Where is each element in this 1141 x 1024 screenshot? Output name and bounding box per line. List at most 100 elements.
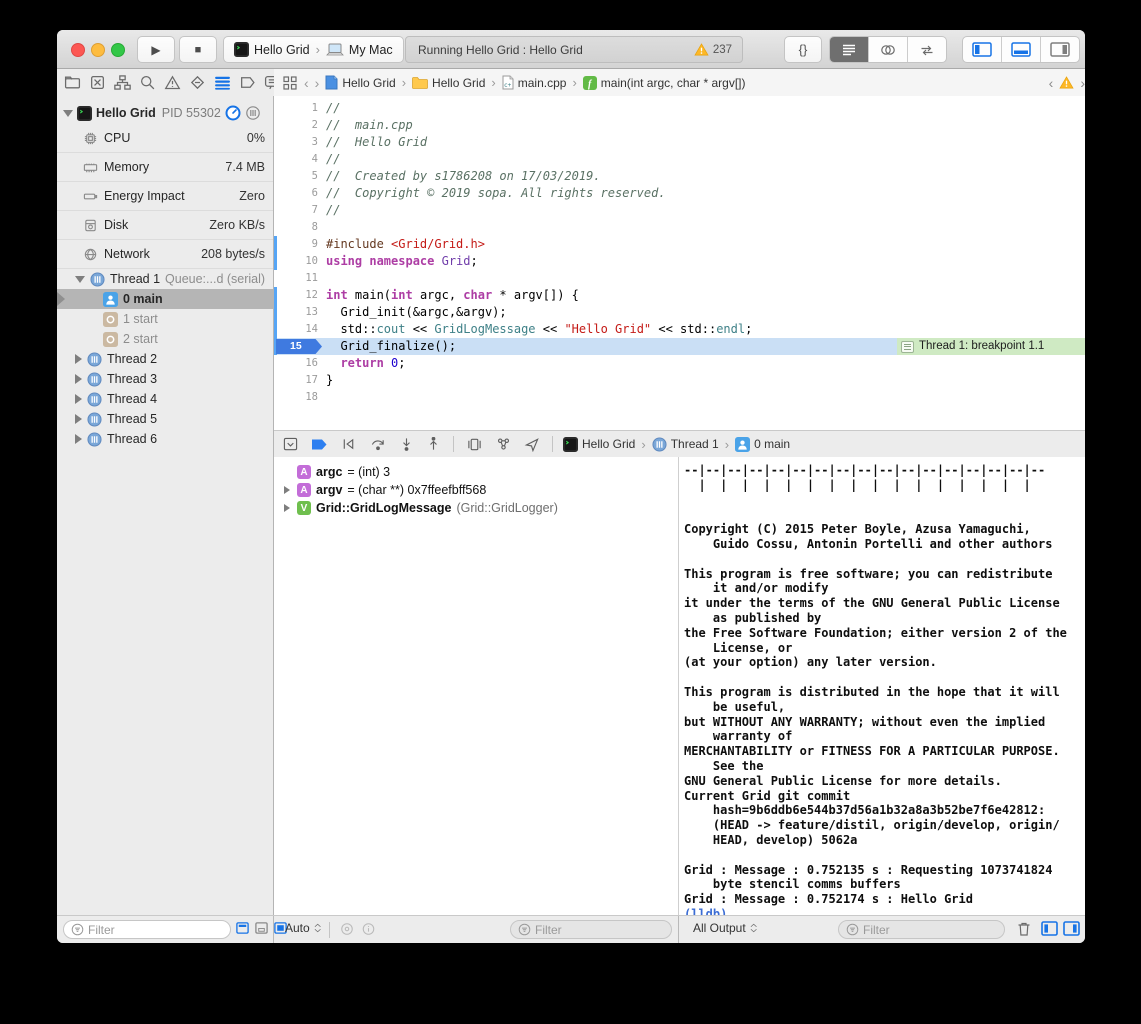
line-number[interactable]: 12 bbox=[274, 287, 326, 304]
code-review-button[interactable]: {} bbox=[784, 36, 822, 63]
gauge-row-memory[interactable]: Memory7.4 MB bbox=[57, 153, 273, 182]
continue-icon[interactable] bbox=[340, 437, 357, 452]
minimize-window-button[interactable] bbox=[91, 43, 105, 57]
console-output-popup[interactable]: All Output bbox=[693, 921, 759, 935]
source-control-navigator-icon[interactable] bbox=[89, 74, 106, 91]
code-line[interactable]: 7// bbox=[274, 202, 1085, 219]
thread-row[interactable]: Thread 4 bbox=[57, 389, 273, 409]
project-navigator-icon[interactable] bbox=[64, 74, 81, 91]
code-line[interactable]: 14 std::cout << GridLogMessage << "Hello… bbox=[274, 321, 1085, 338]
debug-navigator-icon[interactable] bbox=[214, 74, 231, 91]
breakpoints-enabled-icon[interactable] bbox=[311, 438, 328, 451]
thread-row[interactable]: Thread 1Queue:...d (serial) bbox=[57, 269, 273, 289]
run-button[interactable]: ▶ bbox=[137, 36, 175, 63]
segment-panel-left-icon[interactable] bbox=[963, 37, 1002, 62]
breakpoint-navigator-icon[interactable] bbox=[239, 74, 256, 91]
toggle-variables-view-icon[interactable] bbox=[1041, 921, 1058, 936]
variables-filter-field[interactable]: Filter bbox=[510, 920, 672, 939]
previous-issue-button[interactable]: ‹ bbox=[1049, 75, 1054, 91]
console-output[interactable]: --|--|--|--|--|--|--|--|--|--|--|--|--|-… bbox=[679, 457, 1085, 915]
line-number[interactable]: 4 bbox=[274, 151, 326, 168]
disclosure-right-icon[interactable] bbox=[75, 414, 82, 424]
line-number[interactable]: 6 bbox=[274, 185, 326, 202]
code-line[interactable]: 8 bbox=[274, 219, 1085, 236]
scheme-selector[interactable]: Hello Grid › My Mac bbox=[223, 36, 404, 63]
related-items-icon[interactable] bbox=[282, 75, 298, 91]
code-line[interactable]: 9#include <Grid/Grid.h> bbox=[274, 236, 1085, 253]
filter-running-icon[interactable] bbox=[235, 921, 250, 935]
line-number[interactable]: 13 bbox=[274, 304, 326, 321]
variable-row[interactable]: Aargv= (char **) 0x7ffeefbff568 bbox=[274, 481, 678, 499]
memory-graph-icon[interactable] bbox=[495, 437, 512, 452]
code-line[interactable]: 15 Grid_finalize();Thread 1: breakpoint … bbox=[274, 338, 1085, 355]
thread-row[interactable]: Thread 5 bbox=[57, 409, 273, 429]
code-line[interactable]: 5// Created by s1786208 on 17/03/2019. bbox=[274, 168, 1085, 185]
breadcrumb-item[interactable]: fmain(int argc, char * argv[]) bbox=[583, 76, 746, 90]
line-number[interactable]: 1 bbox=[274, 100, 326, 117]
thread-row[interactable]: Thread 2 bbox=[57, 349, 273, 369]
step-into-icon[interactable] bbox=[399, 437, 414, 452]
code-line[interactable]: 2// main.cpp bbox=[274, 117, 1085, 134]
line-number[interactable]: 14 bbox=[274, 321, 326, 338]
variables-scope-popup[interactable]: Auto bbox=[285, 921, 323, 935]
navigator-filter-field[interactable]: Filter bbox=[63, 920, 231, 939]
step-out-icon[interactable] bbox=[426, 437, 441, 452]
breadcrumb[interactable]: Hello Grid›Hello Grid›c+main.cpp›fmain(i… bbox=[325, 75, 745, 90]
code-line[interactable]: 13 Grid_init(&argc,&argv); bbox=[274, 304, 1085, 321]
breadcrumb-item[interactable]: Hello Grid bbox=[325, 75, 395, 90]
filter-flag-icon[interactable] bbox=[254, 921, 269, 935]
debug-breadcrumb-item[interactable]: 0 main bbox=[735, 437, 790, 452]
trash-icon[interactable] bbox=[1016, 921, 1032, 937]
code-line[interactable]: 3// Hello Grid bbox=[274, 134, 1085, 151]
code-line[interactable]: 1// bbox=[274, 100, 1085, 117]
disclosure-down-icon[interactable] bbox=[75, 276, 85, 283]
source-editor[interactable]: 1//2// main.cpp3// Hello Grid4//5// Crea… bbox=[274, 96, 1085, 430]
line-number[interactable]: 8 bbox=[274, 219, 326, 236]
segment-assistant-editor-icon[interactable] bbox=[869, 37, 908, 62]
segment-panel-right-icon[interactable] bbox=[1041, 37, 1079, 62]
line-number[interactable]: 18 bbox=[274, 389, 326, 406]
gauge-row-network[interactable]: Network208 bytes/s bbox=[57, 240, 273, 269]
hide-debug-icon[interactable] bbox=[282, 437, 299, 452]
code-line[interactable]: 16 return 0; bbox=[274, 355, 1085, 372]
line-number[interactable]: 11 bbox=[274, 270, 326, 287]
warning-count-chip[interactable]: 237 bbox=[694, 43, 732, 56]
breakpoint-badge[interactable]: 15 bbox=[276, 339, 322, 354]
code-line[interactable]: 18 bbox=[274, 389, 1085, 406]
gauge-row-disk[interactable]: DiskZero KB/s bbox=[57, 211, 273, 240]
title-bar[interactable]: ▶ ■ Hello Grid › My Mac Running Hello Gr… bbox=[57, 30, 1085, 69]
disclosure-right-icon[interactable] bbox=[75, 374, 82, 384]
code-line[interactable]: 10using namespace Grid; bbox=[274, 253, 1085, 270]
stop-button[interactable]: ■ bbox=[179, 36, 217, 63]
code-line[interactable]: 12int main(int argc, char * argv[]) { bbox=[274, 287, 1085, 304]
debug-breadcrumb-item[interactable]: Thread 1 bbox=[652, 437, 719, 452]
gauge-row-cpu[interactable]: CPU0% bbox=[57, 124, 273, 153]
navigator-selector-bar[interactable] bbox=[57, 69, 280, 97]
stack-frame-row[interactable]: 1 start bbox=[57, 309, 273, 329]
symbol-navigator-icon[interactable] bbox=[114, 74, 131, 91]
breadcrumb-item[interactable]: c+main.cpp bbox=[502, 75, 567, 90]
close-window-button[interactable] bbox=[71, 43, 85, 57]
step-over-icon[interactable] bbox=[369, 437, 387, 452]
stack-frame-row[interactable]: 2 start bbox=[57, 329, 273, 349]
panel-toggle-control[interactable] bbox=[962, 36, 1080, 63]
find-navigator-icon[interactable] bbox=[139, 74, 156, 91]
segment-panel-bottom-icon[interactable] bbox=[1002, 37, 1041, 62]
breadcrumb-item[interactable]: Hello Grid bbox=[412, 76, 485, 90]
line-number[interactable]: 10 bbox=[274, 253, 326, 270]
issue-navigator-icon[interactable] bbox=[164, 74, 181, 91]
line-number[interactable]: 9 bbox=[274, 236, 326, 253]
code-line[interactable]: 4// bbox=[274, 151, 1085, 168]
editor-mode-control[interactable] bbox=[829, 36, 947, 63]
line-number[interactable]: 17 bbox=[274, 372, 326, 389]
breakpoint-annotation[interactable]: Thread 1: breakpoint 1.1 bbox=[897, 338, 1085, 355]
disclosure-right-icon[interactable] bbox=[75, 354, 82, 364]
line-number[interactable]: 2 bbox=[274, 117, 326, 134]
segment-standard-editor-icon[interactable] bbox=[830, 37, 869, 62]
thread-row[interactable]: Thread 3 bbox=[57, 369, 273, 389]
next-issue-button[interactable]: › bbox=[1080, 75, 1085, 91]
jump-bar[interactable]: ‹ › Hello Grid›Hello Grid›c+main.cpp›fma… bbox=[274, 69, 1085, 97]
gauge-icon[interactable] bbox=[225, 105, 241, 121]
code-line[interactable]: 6// Copyright © 2019 sopa. All rights re… bbox=[274, 185, 1085, 202]
toggle-console-view-icon[interactable] bbox=[1063, 921, 1080, 936]
